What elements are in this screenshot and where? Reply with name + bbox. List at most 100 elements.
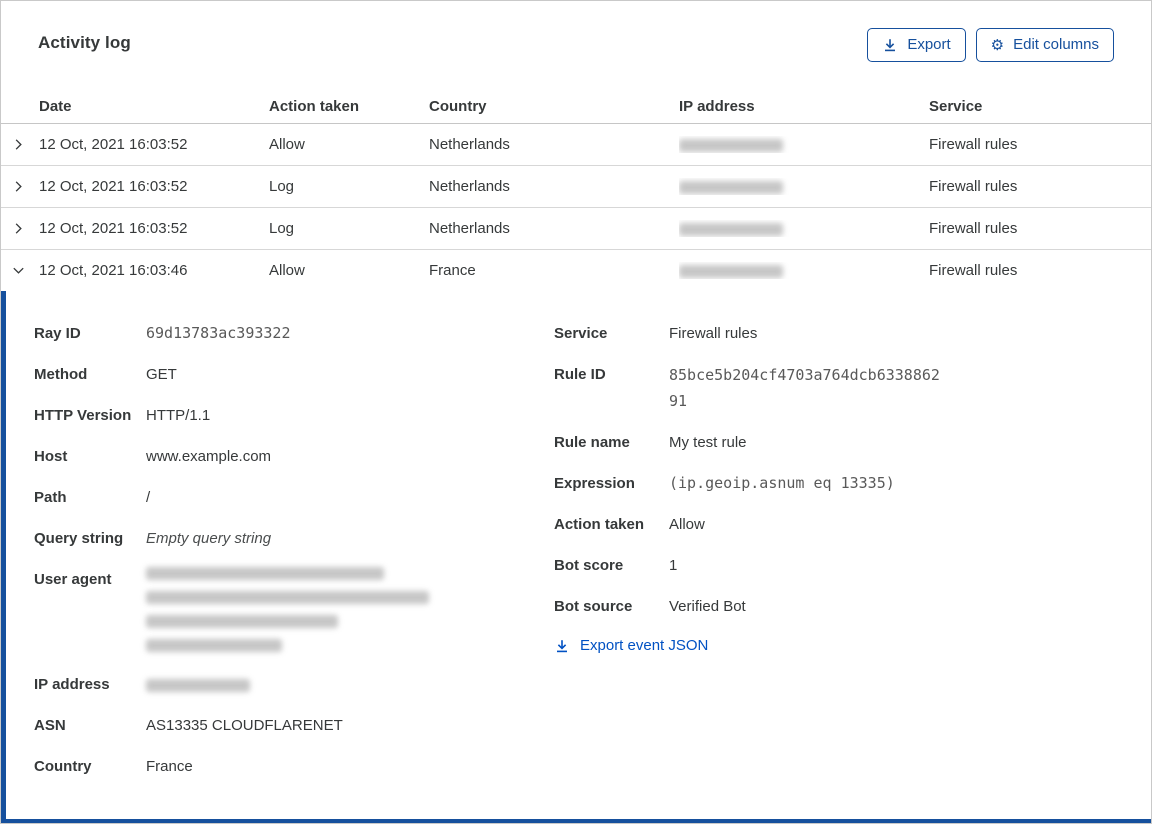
topbar: Activity log Export ⚙ Edit columns [1,1,1151,66]
field-http-version: HTTP Version HTTP/1.1 [34,403,554,428]
expand-row-button[interactable] [1,137,39,152]
cell-ip-redacted [679,262,929,279]
collapse-row-button[interactable] [1,263,39,278]
field-value: www.example.com [146,448,272,465]
field-value: (ip.geoip.asnum eq 13335) [669,474,895,492]
field-value: HTTP/1.1 [146,407,211,424]
page-title: Activity log [38,33,131,52]
redacted-ip [679,222,783,236]
cell-ip-redacted [679,136,929,153]
field-rule-name: Rule name My test rule [554,430,1151,455]
field-country: Country France [34,754,554,779]
cell-service: Firewall rules [929,178,1018,195]
cell-date: 12 Oct, 2021 16:03:46 [39,262,188,279]
field-path: Path / [34,485,554,510]
field-label: Host [34,448,68,465]
event-detail-panel: Ray ID 69d13783ac393322 Method GET HTTP … [1,291,1151,819]
field-label: HTTP Version [34,407,132,424]
field-label: User agent [34,571,112,588]
column-header-service: Service [929,97,983,115]
table-row[interactable]: 12 Oct, 2021 16:03:52 Allow Netherlands … [1,123,1151,165]
field-value: GET [146,366,177,383]
redacted-ip [146,672,554,697]
field-value: France [146,758,193,775]
topbar-actions: Export ⚙ Edit columns [867,28,1114,62]
field-label: Expression [554,475,635,492]
column-header-date: Date [39,97,72,115]
field-label: Rule name [554,434,630,451]
export-button[interactable]: Export [867,28,966,62]
cell-date: 12 Oct, 2021 16:03:52 [39,220,188,237]
cell-action: Allow [269,262,305,279]
export-event-json-link[interactable]: Export event JSON [554,637,708,654]
table-row[interactable]: 12 Oct, 2021 16:03:52 Log Netherlands Fi… [1,207,1151,249]
cell-service: Firewall rules [929,136,1018,153]
table-row[interactable]: 12 Oct, 2021 16:03:52 Log Netherlands Fi… [1,165,1151,207]
cell-date: 12 Oct, 2021 16:03:52 [39,136,188,153]
field-expression: Expression (ip.geoip.asnum eq 13335) [554,471,1151,496]
field-action-taken: Action taken Allow [554,512,1151,537]
table-row-expanded[interactable]: 12 Oct, 2021 16:03:46 Allow France Firew… [1,249,1151,291]
cell-action: Allow [269,136,305,153]
cell-country: Netherlands [429,178,510,195]
table-header-row: Date Action taken Country IP address Ser… [1,89,1151,123]
redacted-ip [679,180,783,194]
detail-left-column: Ray ID 69d13783ac393322 Method GET HTTP … [6,321,554,819]
field-bot-source: Bot source Verified Bot [554,594,1151,619]
field-label: Service [554,325,608,342]
field-user-agent: User agent [34,567,554,654]
field-label: Rule ID [554,366,606,383]
field-value: 69d13783ac393322 [146,324,291,342]
cell-country: France [429,262,476,279]
field-label: Path [34,489,67,506]
redacted-line [146,567,384,580]
cell-service: Firewall rules [929,262,1018,279]
field-label: Query string [34,530,124,547]
field-method: Method GET [34,362,554,387]
edit-columns-button-label: Edit columns [1013,36,1099,53]
field-value: / [146,489,151,506]
field-label: Action taken [554,516,645,533]
edit-columns-button[interactable]: ⚙ Edit columns [975,28,1114,62]
field-label: Bot score [554,557,624,574]
field-label: Country [34,758,92,775]
chevron-right-icon [15,223,22,234]
expand-row-button[interactable] [1,179,39,194]
field-value: My test rule [669,434,747,451]
activity-log-table: Date Action taken Country IP address Ser… [1,89,1151,291]
field-value: Firewall rules [669,325,758,342]
field-label: Ray ID [34,325,81,342]
column-header-country: Country [429,97,487,115]
cell-ip-redacted [679,178,929,195]
field-label: Bot source [554,598,633,615]
export-button-label: Export [907,36,951,53]
redacted-line [146,615,338,628]
redacted-user-agent [146,567,554,654]
redacted-line [146,591,429,604]
field-ip-address: IP address [34,672,554,697]
chevron-right-icon [15,139,22,150]
redacted-ip [679,138,783,152]
cell-country: Netherlands [429,220,510,237]
cell-ip-redacted [679,220,929,237]
field-label: IP address [34,676,110,693]
redacted-ip [679,264,783,278]
cell-action: Log [269,178,295,195]
field-label: Method [34,366,88,383]
cell-service: Firewall rules [929,220,1018,237]
cell-date: 12 Oct, 2021 16:03:52 [39,178,188,195]
cell-country: Netherlands [429,136,510,153]
field-value: Allow [669,516,705,533]
field-asn: ASN AS13335 CLOUDFLARENET [34,713,554,738]
redacted-line [146,639,282,652]
gear-icon: ⚙ [990,35,1005,54]
cell-action: Log [269,220,295,237]
chevron-down-icon [13,267,24,274]
field-value: AS13335 CLOUDFLARENET [146,717,343,734]
column-header-action: Action taken [269,97,360,115]
expand-row-button[interactable] [1,221,39,236]
field-ray-id: Ray ID 69d13783ac393322 [34,321,554,346]
field-bot-score: Bot score 1 [554,553,1151,578]
column-header-ip: IP address [679,97,755,115]
field-service: Service Firewall rules [554,321,1151,346]
